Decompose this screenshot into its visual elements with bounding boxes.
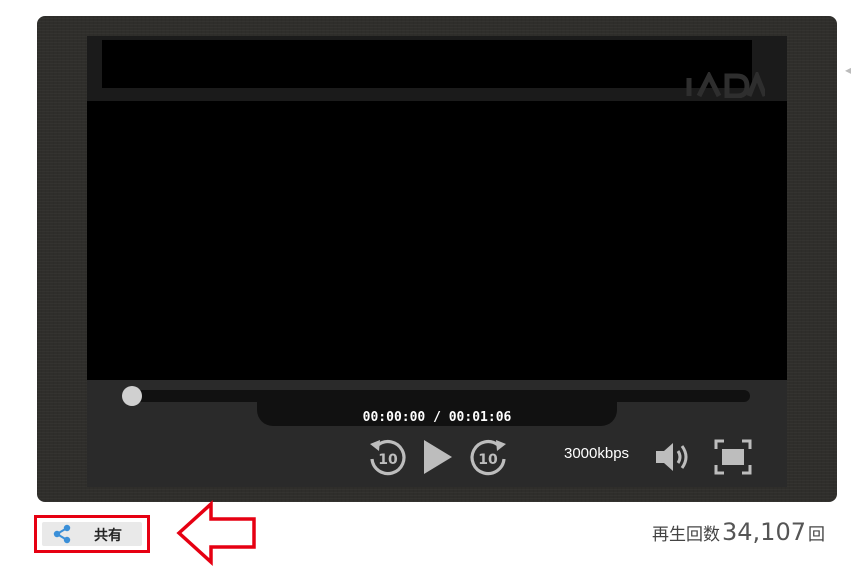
fullscreen-icon bbox=[714, 439, 752, 475]
play-count-value: 34,107 bbox=[722, 518, 806, 546]
page: 00:00:00 / 00:01:06 10 10 3000kbps 共有 再生… bbox=[0, 0, 855, 577]
arrow-annotation bbox=[176, 500, 256, 566]
play-count-unit: 回 bbox=[808, 525, 825, 545]
chevron-left-icon[interactable]: ◂ bbox=[845, 63, 851, 77]
volume-button[interactable] bbox=[651, 435, 695, 479]
rewind-seconds-label: 10 bbox=[378, 452, 398, 468]
share-highlight-box: 共有 bbox=[34, 515, 150, 553]
video-screen[interactable]: 00:00:00 / 00:01:06 10 10 3000kbps bbox=[87, 36, 787, 487]
video-player: 00:00:00 / 00:01:06 10 10 3000kbps bbox=[37, 16, 837, 502]
share-icon bbox=[53, 524, 71, 544]
watermark-logo-mark bbox=[686, 69, 768, 99]
seek-bar[interactable] bbox=[122, 386, 750, 406]
share-button[interactable]: 共有 bbox=[42, 522, 142, 546]
rewind-10-icon: 10 bbox=[370, 439, 406, 476]
fullscreen-button[interactable] bbox=[711, 435, 755, 479]
share-label: 共有 bbox=[94, 528, 122, 544]
play-icon bbox=[424, 440, 452, 474]
control-panel: 00:00:00 / 00:01:06 10 10 3000kbps bbox=[87, 380, 787, 487]
watermark-logo bbox=[685, 69, 768, 104]
seek-handle[interactable] bbox=[122, 386, 142, 406]
rewind-10-button[interactable]: 10 bbox=[366, 435, 410, 479]
play-button[interactable] bbox=[415, 435, 459, 479]
play-count-label: 再生回数 bbox=[652, 525, 721, 545]
bitrate-selector[interactable]: 3000kbps bbox=[564, 445, 629, 462]
title-strip bbox=[87, 36, 787, 101]
forward-10-icon: 10 bbox=[470, 439, 506, 476]
time-notch: 00:00:00 / 00:01:06 bbox=[257, 402, 617, 426]
volume-icon bbox=[656, 443, 688, 471]
forward-10-button[interactable]: 10 bbox=[466, 435, 510, 479]
title-bar bbox=[102, 40, 752, 88]
forward-seconds-label: 10 bbox=[478, 452, 498, 468]
play-count: 再生回数34,107 回 bbox=[652, 518, 825, 546]
time-display: 00:00:00 / 00:01:06 bbox=[362, 410, 512, 425]
